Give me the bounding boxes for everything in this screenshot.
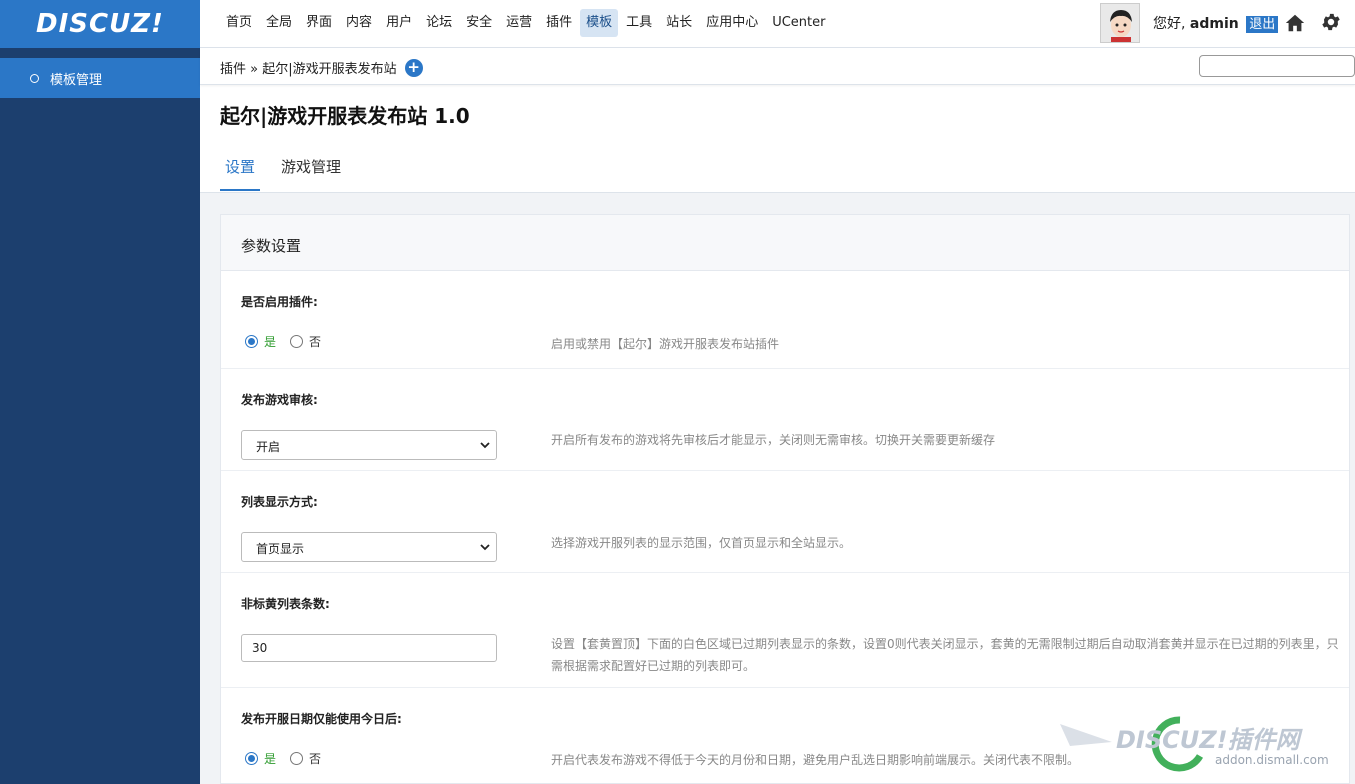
panel-title: 参数设置 (221, 215, 1349, 271)
nav-item-global[interactable]: 全局 (260, 9, 298, 37)
top-nav: 首页 全局 界面 内容 用户 论坛 安全 运营 插件 模板 工具 站长 应用中心… (200, 0, 1355, 48)
nav-item-security[interactable]: 安全 (460, 9, 498, 37)
setting-row-game-review: 发布游戏审核: 开启 开启所有发布的游戏将先审核后才能显示，关闭则无需审核。切换… (221, 369, 1349, 471)
nav-item-plugins[interactable]: 插件 (540, 9, 578, 37)
logo-box[interactable]: DISCUZ! (0, 0, 200, 48)
tab-game-management[interactable]: 游戏管理 (276, 148, 346, 191)
sidebar-item-label: 模板管理 (50, 72, 103, 88)
nav-item-home[interactable]: 首页 (220, 9, 258, 37)
setting-label: 发布开服日期仅能使用今日后: (241, 712, 402, 726)
nav-item-users[interactable]: 用户 (380, 9, 418, 37)
setting-label: 发布游戏审核: (241, 393, 318, 407)
enable-plugin-radio-group: 是 否 (245, 333, 321, 350)
gear-icon[interactable] (1320, 11, 1342, 33)
nav-item-operations[interactable]: 运营 (500, 9, 538, 37)
page-title: 起尔|游戏开服表发布站 1.0 (220, 104, 470, 128)
nav-item-tools[interactable]: 工具 (620, 9, 658, 37)
logout-button[interactable]: 退出 (1246, 16, 1279, 33)
radio-yes[interactable] (245, 752, 258, 765)
radio-yes-label[interactable]: 是 (264, 333, 276, 350)
watermark-url: addon.dismall.com (1215, 753, 1329, 767)
watermark: DISCUZ!插件网 addon.dismall.com (1060, 712, 1350, 772)
nav-item-content[interactable]: 内容 (340, 9, 378, 37)
nav-item-app-center[interactable]: 应用中心 (700, 9, 764, 37)
user-greeting: 您好, admin 退出 (1153, 13, 1279, 33)
radio-yes-label[interactable]: 是 (264, 750, 276, 767)
nav-menu: 首页 全局 界面 内容 用户 论坛 安全 运营 插件 模板 工具 站长 应用中心… (220, 9, 833, 37)
search-input[interactable] (1199, 55, 1355, 77)
setting-description: 开启所有发布的游戏将先审核后才能显示，关闭则无需审核。切换开关需要更新缓存 (551, 433, 996, 447)
radio-yes[interactable] (245, 335, 258, 348)
setting-row-enable-plugin: 是否启用插件: 是 否 启用或禁用【起尔】游戏开服表发布站插件 (221, 271, 1349, 369)
nav-item-forum[interactable]: 论坛 (420, 9, 458, 37)
breadcrumb-text[interactable]: 插件 » 起尔|游戏开服表发布站 (220, 58, 397, 77)
sidebar: DISCUZ! 模板管理 (0, 0, 200, 784)
tab-settings[interactable]: 设置 (220, 148, 261, 191)
radio-no[interactable] (290, 335, 304, 348)
avatar[interactable] (1100, 3, 1140, 43)
setting-description: 设置【套黄置顶】下面的白色区域已过期列表显示的条数，设置0则代表关闭显示，套黄的… (551, 637, 1339, 673)
home-icon[interactable] (1284, 12, 1306, 34)
nav-item-interface[interactable]: 界面 (300, 9, 338, 37)
list-display-select[interactable]: 首页显示 (241, 532, 497, 562)
radio-no-label[interactable]: 否 (309, 333, 321, 350)
setting-label: 是否启用插件: (241, 295, 318, 309)
circle-icon (30, 73, 39, 83)
breadcrumb-bar: 插件 » 起尔|游戏开服表发布站 + (200, 48, 1355, 85)
nav-item-webmaster[interactable]: 站长 (660, 9, 698, 37)
chevron-down-icon (480, 544, 490, 551)
setting-description: 启用或禁用【起尔】游戏开服表发布站插件 (551, 337, 780, 351)
settings-panel: 参数设置 是否启用插件: 是 否 启用或禁用【起尔】游戏开服表发布站插件 发布游… (220, 214, 1350, 784)
nav-item-templates[interactable]: 模板 (580, 9, 619, 37)
discuz-logo: DISCUZ! (36, 9, 164, 39)
date-restriction-radio-group: 是 否 (245, 750, 321, 767)
radio-no-label[interactable]: 否 (309, 750, 321, 767)
breadcrumb: 插件 » 起尔|游戏开服表发布站 + (220, 58, 423, 77)
watermark-title: DISCUZ!插件网 (1116, 726, 1304, 754)
list-count-input[interactable]: 30 (241, 634, 497, 662)
radio-no[interactable] (290, 752, 304, 765)
setting-description: 开启代表发布游戏不得低于今天的月份和日期，避免用户乱选日期影响前端展示。关闭代表… (551, 753, 1080, 767)
add-shortcut-icon[interactable]: + (404, 58, 423, 77)
setting-label: 非标黄列表条数: (241, 597, 330, 611)
chevron-down-icon (480, 442, 490, 449)
game-review-select[interactable]: 开启 (241, 430, 497, 460)
setting-label: 列表显示方式: (241, 495, 318, 509)
setting-description: 选择游戏开服列表的显示范围，仅首页显示和全站显示。 (551, 536, 852, 550)
setting-row-list-display: 列表显示方式: 首页显示 选择游戏开服列表的显示范围，仅首页显示和全站显示。 (221, 471, 1349, 573)
nav-item-ucenter[interactable]: UCenter (766, 9, 831, 37)
tab-bar: 设置 游戏管理 (220, 148, 362, 191)
username: admin (1189, 16, 1239, 32)
setting-row-list-count: 非标黄列表条数: 30 设置【套黄置顶】下面的白色区域已过期列表显示的条数，设置… (221, 573, 1349, 688)
sidebar-item-template-manage[interactable]: 模板管理 (0, 58, 200, 98)
